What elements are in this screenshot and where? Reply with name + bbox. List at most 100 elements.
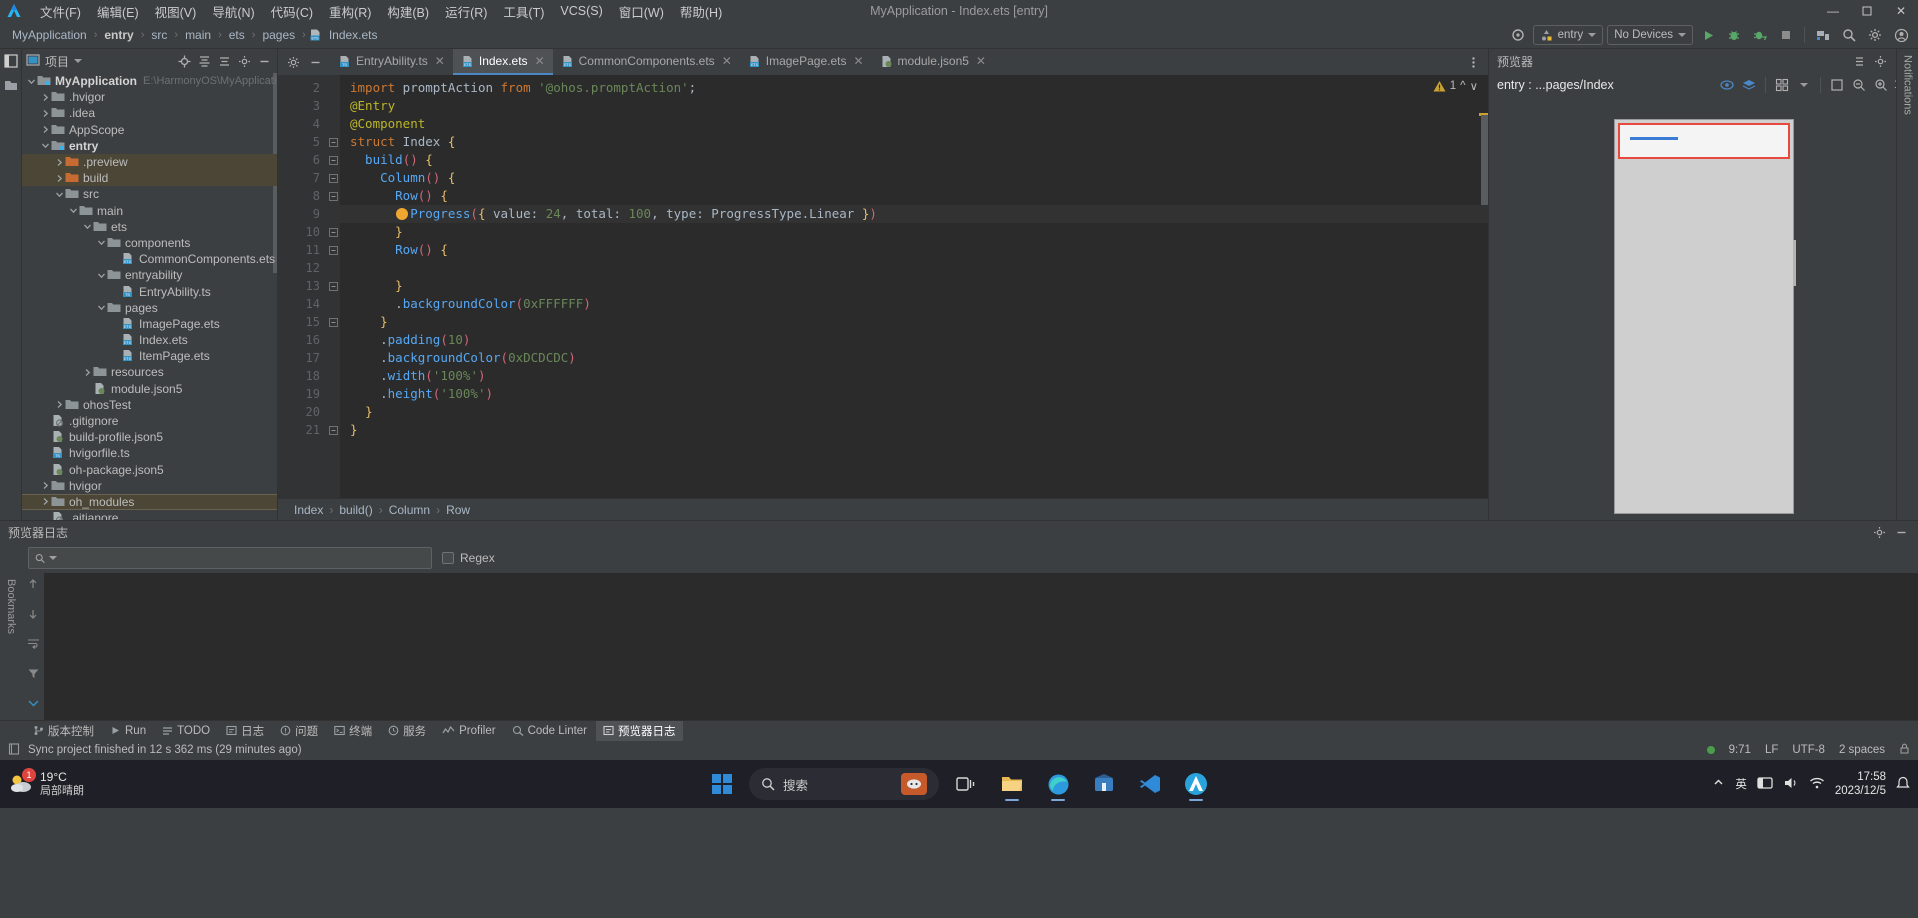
log-output[interactable] bbox=[44, 573, 1918, 720]
structure-rail-icon[interactable] bbox=[3, 77, 19, 93]
menu-run[interactable]: 运行(R) bbox=[437, 0, 495, 23]
file-encoding[interactable]: UTF-8 bbox=[1792, 744, 1825, 756]
fit-icon[interactable] bbox=[1828, 76, 1846, 94]
regex-checkbox-row[interactable]: Regex bbox=[442, 551, 495, 565]
collapse-all-icon[interactable] bbox=[195, 52, 213, 70]
tree-node[interactable]: components bbox=[22, 235, 277, 251]
volume-icon[interactable] bbox=[1783, 776, 1799, 793]
chevron-down-icon[interactable] bbox=[96, 270, 107, 281]
edge-button[interactable] bbox=[1039, 765, 1077, 803]
editor-tab[interactable]: module.json5✕ bbox=[872, 49, 994, 75]
panel-settings-icon[interactable] bbox=[235, 52, 253, 70]
chevron-down-icon[interactable] bbox=[74, 59, 82, 63]
menu-help[interactable]: 帮助(H) bbox=[672, 0, 730, 23]
taskview-button[interactable] bbox=[947, 765, 985, 803]
tree-node[interactable]: hvigor bbox=[22, 478, 277, 494]
tree-node[interactable]: build-profile.json5 bbox=[22, 429, 277, 445]
device-preview[interactable] bbox=[1614, 119, 1794, 514]
close-tab-icon[interactable]: ✕ bbox=[722, 54, 732, 68]
editor-tab[interactable]: ETSCommonComponents.ets✕ bbox=[553, 49, 740, 75]
tree-node[interactable]: TShvigorfile.ts bbox=[22, 445, 277, 461]
tree-node[interactable]: TSEntryAbility.ts bbox=[22, 283, 277, 299]
close-tab-icon[interactable]: ✕ bbox=[853, 54, 863, 68]
tree-node[interactable]: .gitignore bbox=[22, 413, 277, 429]
log-search-box[interactable] bbox=[28, 547, 432, 569]
code-line[interactable]: @Component bbox=[340, 115, 1488, 133]
tree-node[interactable]: ETSItemPage.ets bbox=[22, 348, 277, 364]
next-problem-icon[interactable]: ∨ bbox=[1470, 79, 1478, 93]
chevron-right-icon[interactable] bbox=[40, 108, 51, 119]
chevron-right-icon[interactable] bbox=[54, 173, 65, 184]
tree-node[interactable]: MyApplicationE:\HarmonyOS\MyApplicatio bbox=[22, 73, 277, 89]
menu-tools[interactable]: 工具(T) bbox=[495, 0, 552, 23]
start-button[interactable] bbox=[703, 765, 741, 803]
log-search-input[interactable] bbox=[61, 551, 425, 565]
tab-overflow-icon[interactable] bbox=[1464, 53, 1482, 71]
breadcrumb-item-index-ets[interactable]: Index.ets bbox=[325, 27, 382, 43]
filter-icon[interactable] bbox=[27, 667, 40, 685]
tool-preview-log[interactable]: 预览器日志 bbox=[596, 721, 683, 741]
breadcrumb-item-pages[interactable]: pages bbox=[258, 27, 299, 43]
chevron-right-icon[interactable] bbox=[82, 367, 93, 378]
code-line[interactable]: } bbox=[340, 313, 1488, 331]
editor-tab[interactable]: ETSIndex.ets✕ bbox=[453, 49, 553, 75]
tree-node[interactable]: oh-package.json5 bbox=[22, 462, 277, 478]
tree-node[interactable]: pages bbox=[22, 300, 277, 316]
code-line[interactable]: Row() { bbox=[340, 241, 1488, 259]
tool-todo[interactable]: TODO bbox=[155, 723, 217, 739]
chevron-right-icon[interactable] bbox=[40, 92, 51, 103]
expand-icon[interactable] bbox=[215, 52, 233, 70]
tree-node[interactable]: entryability bbox=[22, 267, 277, 283]
notifications-rail-label[interactable]: Notifications bbox=[1902, 55, 1914, 115]
taskbar-clock[interactable]: 17:58 2023/12/5 bbox=[1835, 770, 1886, 799]
tree-node[interactable]: main bbox=[22, 203, 277, 219]
close-tab-icon[interactable]: ✕ bbox=[535, 54, 545, 68]
menu-vcs[interactable]: VCS(S) bbox=[552, 2, 610, 20]
tool-log[interactable]: 日志 bbox=[219, 721, 271, 741]
chevron-down-icon[interactable] bbox=[1795, 76, 1813, 94]
structure-crumb[interactable]: Row bbox=[446, 503, 470, 517]
wifi-icon[interactable] bbox=[1809, 776, 1825, 793]
ime-indicator[interactable]: 英 bbox=[1735, 776, 1747, 792]
tree-node[interactable]: oh_modules bbox=[22, 494, 277, 510]
tree-node[interactable]: module.json5 bbox=[22, 381, 277, 397]
project-rail-icon[interactable] bbox=[3, 53, 19, 69]
breadcrumb-item-myapplication[interactable]: MyApplication bbox=[8, 27, 91, 43]
tree-node[interactable]: ETSCommonComponents.ets bbox=[22, 251, 277, 267]
tree-node[interactable]: resources bbox=[22, 364, 277, 380]
fold-marker-icon[interactable] bbox=[326, 151, 340, 169]
chevron-down-icon[interactable] bbox=[26, 76, 37, 87]
search-history-caret[interactable] bbox=[49, 556, 57, 560]
structure-crumb[interactable]: Index bbox=[294, 503, 323, 517]
tree-node[interactable]: ets bbox=[22, 219, 277, 235]
device-manager-button[interactable] bbox=[1812, 24, 1834, 46]
editor-inspection-widget[interactable]: 1 ^ ∨ bbox=[1433, 79, 1478, 93]
tree-node[interactable]: AppScope bbox=[22, 122, 277, 138]
code-line[interactable]: } bbox=[340, 277, 1488, 295]
maximize-button[interactable] bbox=[1850, 0, 1884, 22]
fold-marker-icon[interactable] bbox=[326, 223, 340, 241]
search-everywhere-button[interactable] bbox=[1838, 24, 1860, 46]
log-hide-icon[interactable] bbox=[1892, 523, 1910, 541]
zoom-out-icon[interactable] bbox=[1850, 76, 1868, 94]
editor-settings-icon[interactable] bbox=[284, 53, 302, 71]
code-text[interactable]: import promptAction from '@ohos.promptAc… bbox=[340, 75, 1488, 498]
tree-node[interactable]: build bbox=[22, 170, 277, 186]
chevron-down-icon[interactable] bbox=[82, 221, 93, 232]
code-line[interactable]: @Entry bbox=[340, 97, 1488, 115]
breadcrumb-item-ets[interactable]: ets bbox=[225, 27, 249, 43]
editor-scrollbar[interactable] bbox=[1481, 115, 1488, 205]
menu-edit[interactable]: 编辑(E) bbox=[89, 0, 147, 23]
fold-marker-icon[interactable] bbox=[326, 187, 340, 205]
code-line[interactable]: .height('100%') bbox=[340, 385, 1488, 403]
menu-code[interactable]: 代码(C) bbox=[263, 0, 321, 23]
scroll-up-icon[interactable] bbox=[27, 577, 39, 595]
code-line[interactable]: } bbox=[340, 421, 1488, 439]
tree-node[interactable]: ohosTest bbox=[22, 397, 277, 413]
code-editor[interactable]: 23456789101112131415161718192021 import … bbox=[278, 75, 1488, 498]
breadcrumb-item-src[interactable]: src bbox=[147, 27, 171, 43]
editor-tab[interactable]: ETSImagePage.ets✕ bbox=[740, 49, 872, 75]
tool-run[interactable]: Run bbox=[103, 723, 153, 739]
menu-navigate[interactable]: 导航(N) bbox=[204, 0, 262, 23]
zoom-in-icon[interactable] bbox=[1872, 76, 1890, 94]
